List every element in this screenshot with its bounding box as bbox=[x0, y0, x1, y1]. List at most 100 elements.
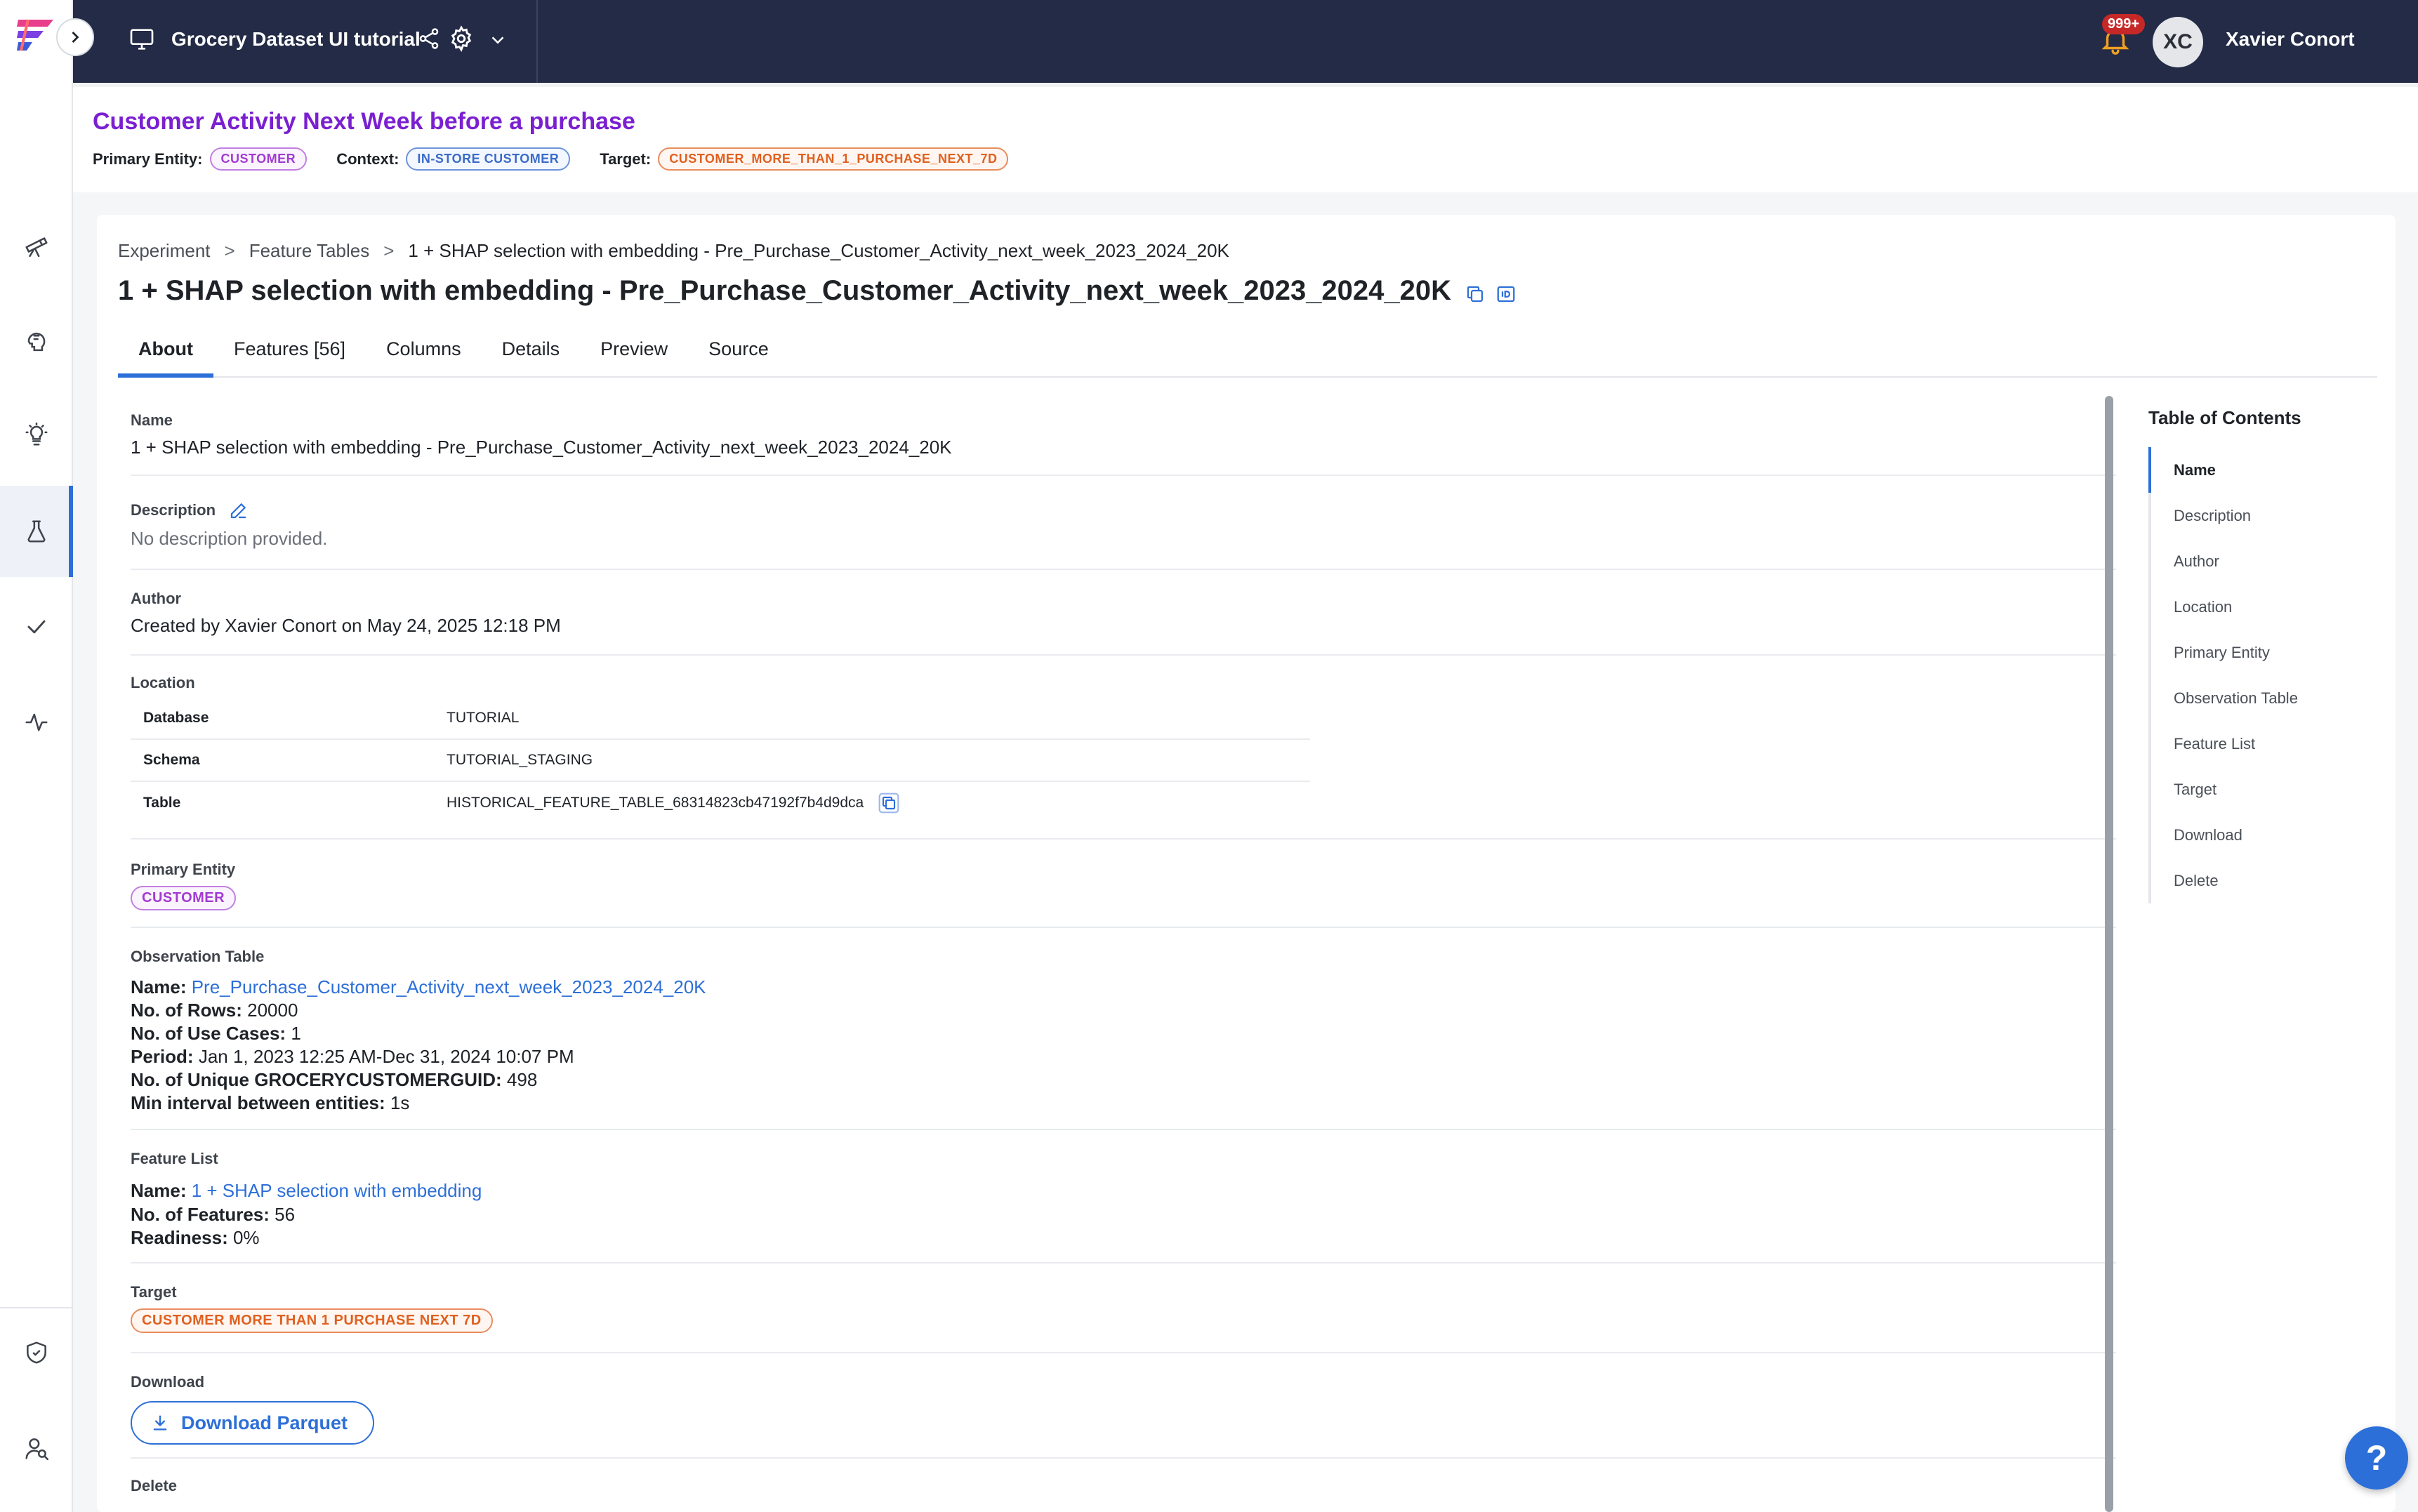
primary-entity-chip[interactable]: CUSTOMER bbox=[131, 886, 237, 910]
section-description: Description No description provided. bbox=[131, 500, 2116, 570]
toc-item-location[interactable]: Location bbox=[2148, 584, 2373, 630]
primary-entity-label: Primary Entity bbox=[131, 861, 236, 878]
lightbulb-icon bbox=[25, 422, 48, 446]
location-key: Schema bbox=[143, 752, 200, 768]
tab-columns[interactable]: Columns bbox=[366, 330, 482, 378]
table-row: Database TUTORIAL bbox=[131, 698, 1310, 740]
share-icon[interactable] bbox=[417, 27, 441, 51]
brain-head-icon bbox=[27, 333, 46, 352]
tab-features[interactable]: Features [56] bbox=[213, 330, 366, 378]
location-value: TUTORIAL_STAGING bbox=[447, 752, 593, 768]
name-value: 1 + SHAP selection with embedding - Pre_… bbox=[131, 437, 952, 458]
observation-table-link[interactable]: Pre_Purchase_Customer_Activity_next_week… bbox=[192, 976, 706, 997]
toc-item-download[interactable]: Download bbox=[2148, 812, 2373, 858]
toc-item-feature-list[interactable]: Feature List bbox=[2148, 721, 2373, 767]
activity-pulse-icon bbox=[25, 713, 48, 731]
use-case-header: Customer Activity Next Week before a pur… bbox=[73, 83, 2418, 192]
observation-table-label: Observation Table bbox=[131, 948, 265, 965]
toc-item-primary-entity[interactable]: Primary Entity bbox=[2148, 630, 2373, 675]
toc-item-description[interactable]: Description bbox=[2148, 493, 2373, 538]
author-value: Created by Xavier Conort on May 24, 2025… bbox=[131, 615, 561, 636]
section-name: Name 1 + SHAP selection with embedding -… bbox=[131, 411, 2116, 476]
observation-use-cases-value: 1 bbox=[291, 1023, 301, 1044]
feature-list-label: Feature List bbox=[131, 1150, 218, 1167]
tab-preview[interactable]: Preview bbox=[580, 330, 688, 378]
primary-entity-chip[interactable]: CUSTOMER bbox=[209, 147, 308, 171]
monitor-icon bbox=[130, 29, 154, 50]
observation-rows-key: No. of Rows: bbox=[131, 1000, 242, 1021]
context-chip[interactable]: IN-STORE CUSTOMER bbox=[406, 147, 571, 171]
breadcrumb-experiment[interactable]: Experiment bbox=[118, 240, 211, 262]
gear-icon[interactable] bbox=[448, 25, 475, 52]
toc-item-author[interactable]: Author bbox=[2148, 538, 2373, 584]
user-name[interactable]: Xavier Conort bbox=[2226, 28, 2355, 51]
section-location: Location Database TUTORIAL Schema TUTORI… bbox=[131, 674, 2116, 840]
chevron-right-icon bbox=[72, 32, 79, 43]
workspace-selector[interactable]: Grocery Dataset UI tutorial bbox=[73, 0, 538, 83]
nav-deploy-button[interactable] bbox=[0, 199, 73, 291]
use-case-title[interactable]: Customer Activity Next Week before a pur… bbox=[93, 108, 635, 135]
featurebyte-logo-icon[interactable] bbox=[15, 17, 56, 53]
id-card-icon[interactable] bbox=[1495, 284, 1517, 305]
flask-icon bbox=[27, 520, 46, 543]
breadcrumb-feature-tables[interactable]: Feature Tables bbox=[249, 240, 370, 262]
location-value: TUTORIAL bbox=[447, 710, 520, 726]
download-icon bbox=[153, 1415, 167, 1431]
location-label: Location bbox=[131, 674, 195, 691]
feature-list-link[interactable]: 1 + SHAP selection with embedding bbox=[192, 1180, 482, 1201]
nav-approval-button[interactable] bbox=[0, 581, 73, 672]
title-actions bbox=[1465, 284, 1517, 305]
edit-icon[interactable] bbox=[228, 500, 249, 521]
location-key: Table bbox=[143, 795, 181, 811]
nav-security-button[interactable] bbox=[0, 1307, 73, 1398]
toc-item-delete[interactable]: Delete bbox=[2148, 858, 2373, 903]
observation-period-line: Period: Jan 1, 2023 12:25 AM-Dec 31, 202… bbox=[131, 1045, 2116, 1068]
breadcrumb-current: 1 + SHAP selection with embedding - Pre_… bbox=[408, 240, 1229, 261]
observation-period-key: Period: bbox=[131, 1046, 194, 1067]
download-parquet-button[interactable]: Download Parquet bbox=[131, 1401, 375, 1445]
observation-unique-key: No. of Unique GROCERYCUSTOMERGUID: bbox=[131, 1069, 502, 1090]
toc-item-name[interactable]: Name bbox=[2148, 447, 2373, 493]
observation-interval-key: Min interval between entities: bbox=[131, 1092, 385, 1113]
chevron-down-icon[interactable] bbox=[487, 29, 508, 51]
feature-list-count-key: No. of Features: bbox=[131, 1204, 270, 1225]
feature-list-name-key: Name: bbox=[131, 1180, 187, 1201]
target-chip[interactable]: CUSTOMER_MORE_THAN_1_PURCHASE_NEXT_7D bbox=[658, 147, 1009, 171]
description-label-row: Description bbox=[131, 500, 2116, 521]
toc-title: Table of Contents bbox=[2148, 407, 2301, 428]
tab-bar: About Features [56] Columns Details Prev… bbox=[118, 330, 2377, 378]
shield-icon bbox=[27, 1341, 46, 1364]
observation-period-value: Jan 1, 2023 12:25 AM-Dec 31, 2024 10:07 … bbox=[198, 1046, 574, 1067]
copy-icon[interactable] bbox=[878, 792, 900, 814]
nav-monitoring-button[interactable] bbox=[0, 677, 73, 768]
toc-item-target[interactable]: Target bbox=[2148, 767, 2373, 812]
nav-user-search-button[interactable] bbox=[0, 1402, 73, 1494]
location-table: Database TUTORIAL Schema TUTORIAL_STAGIN… bbox=[131, 698, 1310, 824]
breadcrumb-separator: > bbox=[383, 240, 395, 261]
content-scrollbar[interactable] bbox=[2105, 396, 2113, 1512]
copy-icon[interactable] bbox=[1465, 284, 1486, 305]
table-row: Table HISTORICAL_FEATURE_TABLE_68314823c… bbox=[131, 782, 1310, 824]
expand-sidebar-button[interactable] bbox=[56, 18, 94, 56]
primary-entity-label: Primary Entity: bbox=[93, 150, 203, 168]
workspace-title: Grocery Dataset UI tutorial bbox=[171, 28, 421, 50]
tab-source[interactable]: Source bbox=[688, 330, 789, 378]
checkmark-icon bbox=[27, 620, 46, 634]
nav-head-button[interactable] bbox=[0, 293, 73, 385]
avatar[interactable]: XC bbox=[2153, 17, 2203, 67]
tab-details[interactable]: Details bbox=[482, 330, 581, 378]
tab-about[interactable]: About bbox=[118, 330, 213, 378]
target-chip[interactable]: CUSTOMER MORE THAN 1 PURCHASE NEXT 7D bbox=[131, 1308, 493, 1333]
name-label: Name bbox=[131, 411, 173, 429]
user-search-icon bbox=[25, 1438, 49, 1461]
section-download: Download Download Parquet bbox=[131, 1373, 2116, 1459]
toc-item-observation-table[interactable]: Observation Table bbox=[2148, 675, 2373, 721]
nav-ideation-button[interactable] bbox=[0, 389, 73, 480]
help-button[interactable]: ? bbox=[2345, 1426, 2408, 1490]
use-case-meta: Primary Entity: CUSTOMER Context: IN-STO… bbox=[93, 147, 1038, 171]
toc-list: Name Description Author Location Primary… bbox=[2148, 447, 2373, 903]
observation-unique-value: 498 bbox=[506, 1069, 538, 1090]
feature-list-readiness-line: Readiness: 0% bbox=[131, 1226, 2116, 1249]
nav-experiment-button[interactable] bbox=[0, 486, 73, 577]
section-primary-entity: Primary Entity CUSTOMER bbox=[131, 861, 2116, 928]
